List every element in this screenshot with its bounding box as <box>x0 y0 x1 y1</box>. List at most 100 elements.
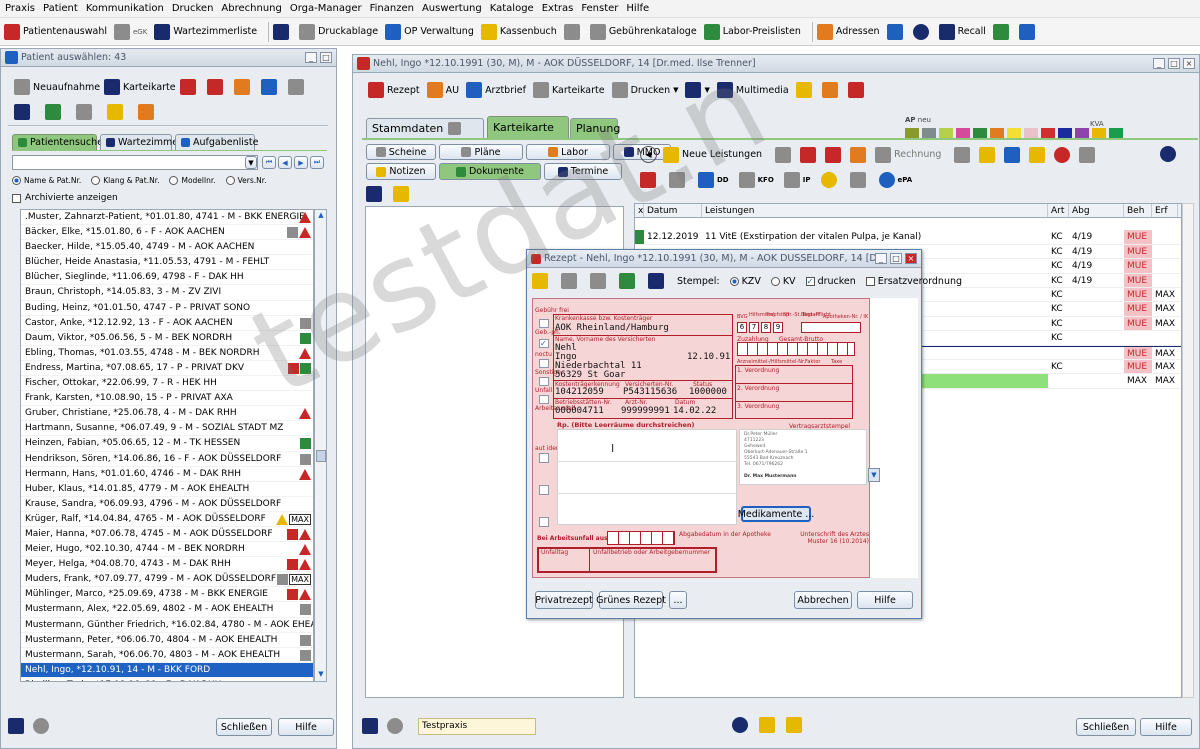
coins-icon[interactable] <box>979 146 996 163</box>
autidem3-checkbox[interactable] <box>539 517 549 527</box>
clock-icon[interactable] <box>1160 146 1179 165</box>
column-header[interactable]: Beh <box>1124 204 1152 218</box>
envelope-icon[interactable] <box>393 186 409 202</box>
patient-row[interactable]: Endress, Martina, *07.08.65, 17 - P - PR… <box>21 361 313 377</box>
subtab-plaene[interactable]: Pläne <box>439 144 523 160</box>
abbrechen-button[interactable]: Abbrechen <box>794 591 852 609</box>
subtab-termine[interactable]: Termine <box>544 163 622 180</box>
envelope-icon[interactable] <box>138 104 154 120</box>
ersatzverordnung-checkbox[interactable]: Ersatzverordnung <box>865 276 962 287</box>
next-record-button[interactable]: ▶ <box>294 156 308 169</box>
menu-auswertung[interactable]: Auswertung <box>419 3 487 14</box>
radio-klang-patnr[interactable]: Klang & Pat.Nr. <box>91 176 159 185</box>
box-7[interactable]: 7 <box>749 322 759 333</box>
zuzahlung-boxes[interactable] <box>737 342 855 356</box>
scroll-down-icon[interactable]: ▼ <box>316 670 326 680</box>
star-icon[interactable] <box>640 172 656 188</box>
users-icon[interactable] <box>362 718 378 734</box>
tab-patientensuche[interactable]: Patientensuche <box>12 134 103 150</box>
filter-icon[interactable] <box>1029 146 1046 163</box>
coins-stack-icon[interactable] <box>786 717 802 733</box>
menu-finanzen[interactable]: Finanzen <box>367 3 419 14</box>
karteikarte-button[interactable]: Karteikarte <box>104 79 176 95</box>
marker[interactable] <box>1024 128 1038 138</box>
table-scrollbar[interactable] <box>1182 203 1194 698</box>
subtab-dokumente[interactable]: Dokumente <box>439 163 541 180</box>
privatrezept-button[interactable]: Privatrezept <box>535 591 593 609</box>
patient-row[interactable]: Heinzen, Fabian, *05.06.65, 12 - M - TK … <box>21 436 313 452</box>
menu-extras[interactable]: Extras <box>539 3 579 14</box>
form-dropdown-icon[interactable]: ▼ <box>868 468 880 482</box>
tab-wartezimmer[interactable]: Wartezimmer <box>100 134 182 150</box>
vnr-value[interactable]: P543115636 <box>623 387 677 397</box>
minimize-button[interactable]: _ <box>1153 58 1165 69</box>
patient-info-button[interactable] <box>180 79 199 95</box>
maximize-button[interactable]: □ <box>320 52 332 63</box>
print-grey-icon[interactable] <box>288 79 304 95</box>
radio-versnr[interactable]: Vers.Nr. <box>225 176 267 185</box>
neue-leistungen-button[interactable]: Neue Leistungen <box>663 146 762 163</box>
column-header[interactable]: x <box>635 204 644 218</box>
abacus-icon[interactable] <box>825 146 842 163</box>
patient-row[interactable]: Daum, Viktor, *05.06.56, 5 - M - BEK NOR… <box>21 331 313 346</box>
patient-row[interactable]: Mustermann, Günther Friedrich, *16.02.84… <box>21 618 313 633</box>
radio-kv[interactable]: KV <box>770 276 796 287</box>
envelope-button[interactable] <box>821 82 841 98</box>
tab-stammdaten[interactable]: Stammdaten <box>366 118 484 138</box>
patient-row[interactable]: Meyer, Helga, *04.08.70, 4743 - M - DAK … <box>21 557 313 573</box>
users-icon[interactable] <box>8 718 24 734</box>
patient-row[interactable]: Mühlinger, Marco, *25.09.69, 4738 - M - … <box>21 587 313 603</box>
cash-register-icon[interactable] <box>850 146 867 163</box>
radio-kzv[interactable]: KZV <box>729 276 761 287</box>
status-value[interactable]: 1000000 <box>689 387 727 397</box>
patient-row[interactable]: Ebling, Thomas, *01.03.55, 4748 - M - BE… <box>21 346 313 361</box>
arztbrief-button[interactable]: Arztbrief <box>466 82 526 98</box>
arbeitsunfall-boxes[interactable] <box>607 531 675 545</box>
coins-icon[interactable] <box>759 717 775 733</box>
print-red-icon[interactable] <box>207 79 223 95</box>
marker[interactable] <box>1058 128 1072 138</box>
edit-icon[interactable] <box>954 146 971 163</box>
sonstige-checkbox[interactable] <box>539 377 549 386</box>
menu-praxis[interactable]: Praxis <box>2 3 40 14</box>
marker[interactable] <box>922 128 936 138</box>
grid-icon[interactable] <box>669 172 685 188</box>
ip-icon[interactable] <box>783 172 800 188</box>
marker[interactable] <box>1109 128 1123 138</box>
close-button[interactable]: × <box>1183 58 1195 69</box>
patient-row[interactable]: Hartmann, Susanne, *06.07.49, 9 - M - SO… <box>21 421 313 437</box>
menu-kommunikation[interactable]: Kommunikation <box>83 3 169 14</box>
checklist-icon[interactable] <box>107 104 123 120</box>
patient-row[interactable]: Nehl, Ingo, *12.10.91, 14 - M - BKK FORD <box>21 662 313 678</box>
maximize-button[interactable]: □ <box>1168 58 1180 69</box>
lanr-value[interactable]: 999999991 <box>621 406 670 416</box>
patient-row[interactable]: Blücher, Heide Anastasia, *11.05.53, 479… <box>21 255 313 271</box>
subtab-notizen[interactable]: Notizen <box>366 163 436 180</box>
patient-row[interactable]: Bäcker, Elke, *15.01.80, 6 - F - AOK AAC… <box>21 225 313 241</box>
patient-row[interactable]: Riedling, Tasja, *17.08.96, 11 - F - DAK… <box>21 678 313 681</box>
patient-row[interactable]: Fischer, Ottokar, *22.06.99, 7 - R - HEK… <box>21 376 313 392</box>
envelope-icon[interactable] <box>532 273 548 289</box>
multimedia-button[interactable]: Multimedia <box>716 82 789 98</box>
patient-row[interactable]: Mustermann, Sarah, *06.06.70, 4803 - M -… <box>21 648 313 663</box>
ks-button[interactable] <box>563 23 583 40</box>
menu-hilfe[interactable]: Hilfe <box>623 3 654 14</box>
autidem2-checkbox[interactable] <box>539 485 549 495</box>
drucken-checkbox[interactable]: ✓ drucken <box>805 276 856 287</box>
gruenes-rezept-button[interactable]: Grünes Rezept <box>596 591 666 609</box>
drucken-button[interactable]: Drucken ▼ <box>611 82 678 98</box>
column-header[interactable]: Art <box>1048 204 1069 218</box>
add-person-icon[interactable] <box>45 104 61 120</box>
table-row[interactable]: 12.12.2019 11 VitE (Exstirpation der vita… <box>635 230 1181 245</box>
marker[interactable] <box>939 128 953 138</box>
rp-text-area[interactable] <box>557 429 737 525</box>
more-button[interactable]: ... <box>669 591 687 609</box>
patient-row[interactable]: Huber, Klaus, *14.01.85, 4779 - M - AOK … <box>21 482 313 497</box>
patient-row[interactable]: Blücher, Sieglinde, *11.06.69, 4798 - F … <box>21 270 313 286</box>
grid-icon[interactable] <box>849 172 866 188</box>
box-8[interactable]: 8 <box>761 322 771 333</box>
karteikarte-print-button[interactable]: Karteikarte <box>532 82 605 98</box>
timer-icon[interactable] <box>732 717 748 733</box>
printer-icon[interactable] <box>76 104 92 120</box>
geb-pfl-checkbox[interactable]: ✓ <box>539 339 549 348</box>
